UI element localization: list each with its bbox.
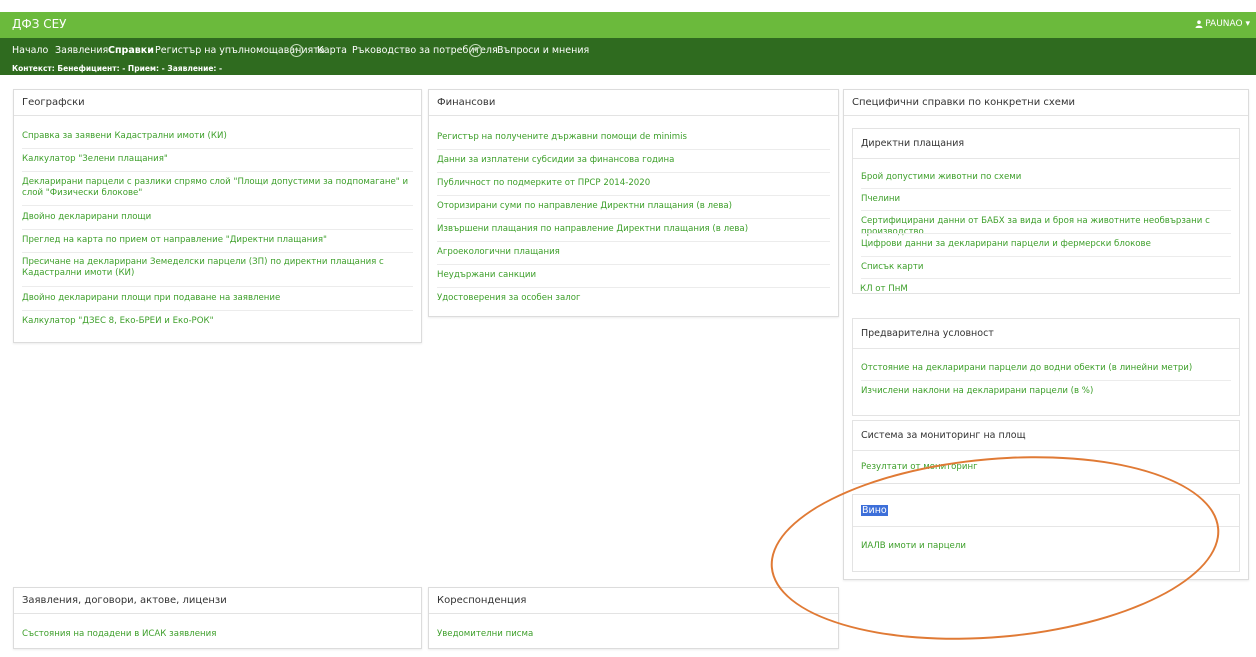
subpanel-preconditions: Предварителна условност Отстояние на дек…	[852, 318, 1240, 416]
subpanel-title-selected: Вино	[861, 505, 888, 516]
link-maps-list[interactable]: Списък карти	[861, 262, 1231, 275]
panel-title: Кореспонденция	[429, 588, 838, 614]
link-babh-certified-data[interactable]: Сертифицирани данни от БАБХ за вида и бр…	[861, 216, 1231, 240]
link-unwithheld-sanctions[interactable]: Неудържани санкции	[437, 270, 830, 283]
link-green-payments-calculator[interactable]: Калкулатор "Зелени плащания"	[22, 154, 413, 167]
username: PAUNAO	[1205, 19, 1243, 29]
app-header: ДФЗ СЕУ PAUNAO ▾	[0, 12, 1256, 38]
subpanel-title: Система за мониторинг на площ	[853, 421, 1239, 451]
link-special-pledge[interactable]: Удостоверения за особен залог	[437, 293, 830, 306]
context-bar: Контекст: Бенефициент: - Прием: - Заявле…	[0, 62, 1256, 75]
panel-title: Географски	[14, 90, 421, 116]
link-parcel-intersection[interactable]: Пресичане на декларирани Земеделски парц…	[22, 257, 413, 281]
link-ialv-properties[interactable]: ИАЛВ имоти и парцели	[861, 541, 1231, 554]
nav-questions[interactable]: Въпроси и мнения	[497, 45, 589, 56]
link-parcel-slopes[interactable]: Изчислени наклони на декларирани парцели…	[861, 386, 1231, 399]
panel-correspondence: Кореспонденция Уведомителни писма	[428, 587, 839, 649]
link-map-review[interactable]: Преглед на карта по прием от направление…	[22, 235, 413, 248]
chevron-down-icon[interactable]: ▾	[469, 44, 482, 57]
main-nav: Начало Заявления Справки Регистър на упъ…	[0, 38, 1256, 62]
top-strip	[0, 0, 1256, 12]
app-title[interactable]: ДФЗ СЕУ	[12, 17, 67, 31]
user-icon	[1195, 19, 1203, 28]
link-parcel-differences[interactable]: Декларирани парцели с разлики спрямо сло…	[22, 177, 413, 201]
link-cadastral-properties[interactable]: Справка за заявени Кадастрални имоти (КИ…	[22, 131, 413, 144]
panel-applications-contracts: Заявления, договори, актове, лицензи Със…	[13, 587, 422, 649]
subpanel-wine: Вино ИАЛВ имоти и парцели	[852, 494, 1240, 572]
user-menu[interactable]: PAUNAO ▾	[1195, 19, 1250, 29]
link-prsr-publicity[interactable]: Публичност по подмерките от ПРСР 2014-20…	[437, 178, 830, 191]
panel-title: Специфични справки по конкретни схеми	[844, 90, 1248, 116]
nav-reports[interactable]: Справки	[108, 45, 154, 56]
link-dzes-calculator[interactable]: Калкулатор "ДЗЕС 8, Еко-БРЕИ и Еко-РОК"	[22, 316, 413, 329]
subpanel-direct-payments: Директни плащания Брой допустими животни…	[852, 128, 1240, 294]
nav-home[interactable]: Начало	[12, 45, 48, 56]
context-text: Контекст: Бенефициент: - Прием: - Заявле…	[12, 64, 223, 73]
link-executed-payments[interactable]: Извършени плащания по направление Директ…	[437, 224, 830, 237]
subpanel-title: Директни плащания	[853, 129, 1239, 159]
link-notification-letters[interactable]: Уведомителни писма	[437, 629, 830, 642]
panel-financial: Финансови Регистър на получените държавн…	[428, 89, 839, 317]
link-digital-parcel-data[interactable]: Цифрови данни за декларирани парцели и ф…	[861, 239, 1231, 252]
link-double-declared-on-submit[interactable]: Двойно декларирани площи при подаване на…	[22, 293, 413, 306]
link-eligible-animals[interactable]: Брой допустими животни по схеми	[861, 172, 1231, 185]
panel-title: Заявления, договори, актове, лицензи	[14, 588, 421, 614]
chevron-down-icon[interactable]: ▾	[290, 44, 303, 57]
nav-applications[interactable]: Заявления	[55, 45, 108, 56]
panel-specific: Специфични справки по конкретни схеми Ди…	[843, 89, 1249, 580]
subpanel-monitoring: Система за мониторинг на площ Резултати …	[852, 420, 1240, 484]
link-application-states[interactable]: Състояния на подадени в ИСАК заявления	[22, 629, 413, 642]
nav-map[interactable]: Карта	[317, 45, 347, 56]
link-double-declared-areas[interactable]: Двойно декларирани площи	[22, 212, 413, 225]
subpanel-title: Предварителна условност	[853, 319, 1239, 349]
panel-title: Финансови	[429, 90, 838, 116]
link-distance-to-water[interactable]: Отстояние на декларирани парцели до водн…	[861, 363, 1231, 376]
panel-geographic: Географски Справка за заявени Кадастралн…	[13, 89, 422, 343]
link-kl-from-pnm[interactable]: КЛ от ПнМ	[860, 284, 1232, 297]
link-paid-subsidies[interactable]: Данни за изплатени субсидии за финансова…	[437, 155, 830, 168]
link-de-minimis-register[interactable]: Регистър на получените държавни помощи d…	[437, 132, 830, 145]
link-agroecological-payments[interactable]: Агроекологични плащания	[437, 247, 830, 260]
link-monitoring-results[interactable]: Резултати от мониторинг	[861, 462, 1231, 475]
link-authorized-amounts[interactable]: Оторизирани суми по направление Директни…	[437, 201, 830, 214]
link-apiaries[interactable]: Пчелини	[861, 194, 1231, 207]
